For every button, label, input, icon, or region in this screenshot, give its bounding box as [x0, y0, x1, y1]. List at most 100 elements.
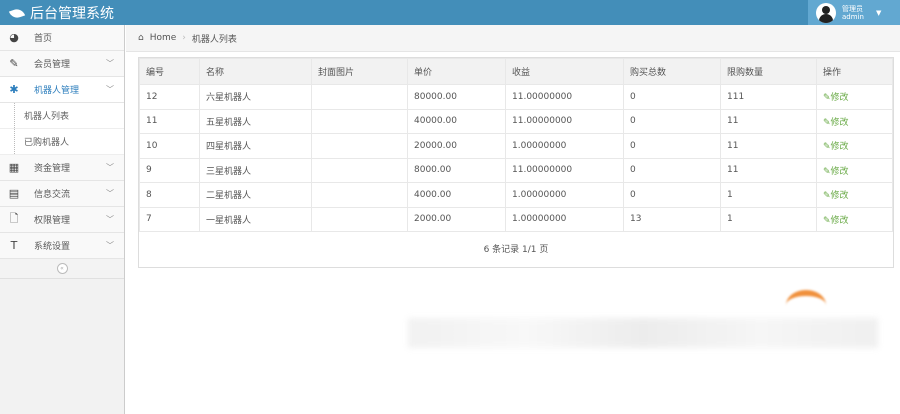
- breadcrumb-home[interactable]: Home: [150, 33, 177, 43]
- table-cell: 8000.00: [407, 157, 506, 183]
- sidebar-item-label: 权限管理: [34, 216, 71, 226]
- table-cell: 1.00000000: [505, 182, 624, 208]
- pagination-info: 6 条记录 1/1 页: [483, 245, 549, 255]
- column-header: 操作: [816, 58, 893, 85]
- sidebar-item-permissions[interactable]: 🗋 权限管理 ﹀: [0, 207, 124, 233]
- table-cell: 13: [623, 206, 721, 232]
- sidebar-item-label: 资金管理: [34, 164, 71, 174]
- table-cell: 8: [139, 182, 200, 208]
- table-cell: [311, 133, 408, 159]
- table-cell: ✎修改: [816, 108, 893, 134]
- edit-link[interactable]: ✎修改: [823, 142, 849, 152]
- pencil-icon: ✎: [823, 142, 831, 153]
- table-cell: 1.00000000: [505, 206, 624, 232]
- edit-label: 修改: [830, 93, 849, 104]
- column-header: 收益: [505, 58, 624, 85]
- table-cell: 11: [720, 133, 817, 159]
- sidebar-subitem-purchased-robots[interactable]: 已购机器人: [0, 129, 124, 155]
- pencil-icon: ✎: [823, 117, 831, 128]
- table-cell: 11.00000000: [505, 157, 624, 183]
- table-cell: 三星机器人: [199, 157, 312, 183]
- table-cell: 4000.00: [407, 182, 506, 208]
- sidebar-collapse-button[interactable]: «: [0, 259, 124, 279]
- table-cell: [311, 84, 408, 110]
- robot-table-panel: 编号 名称 封面图片 单价 收益 购买总数 限购数量 操作 12 六星机器人 80000.00 11…: [138, 57, 894, 268]
- leaf-icon: [8, 6, 26, 20]
- table-cell: 四星机器人: [199, 133, 312, 159]
- table-cell: ✎修改: [816, 206, 893, 232]
- table-cell: 11: [139, 108, 200, 134]
- sidebar-item-funds[interactable]: ▦ 资金管理 ﹀: [0, 155, 124, 181]
- edit-link[interactable]: ✎修改: [823, 216, 849, 226]
- text-icon: T: [10, 239, 18, 252]
- edit-link[interactable]: ✎修改: [823, 167, 849, 177]
- sidebar-item-members[interactable]: ✎ 会员管理 ﹀: [0, 51, 124, 77]
- sidebar-subitem-robot-list[interactable]: 机器人列表: [0, 103, 124, 129]
- table-cell: 0: [623, 84, 721, 110]
- sidebar-item-messages[interactable]: ▤ 信息交流 ﹀: [0, 181, 124, 207]
- sidebar-item-label: 机器人管理: [34, 86, 80, 96]
- brand[interactable]: 后台管理系统: [8, 3, 114, 23]
- table-cell: 0: [623, 157, 721, 183]
- table-cell: 40000.00: [407, 108, 506, 134]
- table-row: 7 一星机器人 2000.00 1.00000000 13 1 ✎修改: [139, 206, 893, 232]
- column-header: 编号: [139, 58, 200, 85]
- user-menu[interactable]: 管理员 admin ▼: [808, 0, 900, 25]
- file-icon: 🗋: [9, 212, 19, 225]
- pencil-icon: ✎: [823, 191, 831, 202]
- sidebar-item-label: 首页: [34, 34, 53, 44]
- edit-label: 修改: [830, 215, 849, 226]
- list-icon: ▤: [8, 187, 20, 200]
- column-header: 名称: [199, 58, 312, 85]
- double-left-icon: «: [56, 263, 68, 274]
- sidebar-item-home[interactable]: ◕ 首页: [0, 25, 124, 51]
- table-cell: 11: [720, 157, 817, 183]
- table-cell: 五星机器人: [199, 108, 312, 134]
- table-cell: [311, 157, 408, 183]
- pencil-icon: ✎: [823, 93, 831, 104]
- sidebar-item-label: 会员管理: [34, 60, 71, 70]
- chevron-down-icon: ﹀: [106, 163, 114, 172]
- table-cell: 12: [139, 84, 200, 110]
- edit-label: 修改: [830, 191, 849, 202]
- app-title: 后台管理系统: [30, 6, 114, 22]
- table-cell: 20000.00: [407, 133, 506, 159]
- edit-link[interactable]: ✎修改: [823, 118, 849, 128]
- edit-label: 修改: [830, 117, 849, 128]
- table-cell: 二星机器人: [199, 182, 312, 208]
- pencil-icon: ✎: [823, 166, 831, 177]
- table-cell: 1: [720, 206, 817, 232]
- asterisk-icon: ✱: [9, 83, 19, 96]
- table-cell: 一星机器人: [199, 206, 312, 232]
- table-cell: 11.00000000: [505, 84, 624, 110]
- table-cell: 0: [623, 133, 721, 159]
- sidebar-item-label: 信息交流: [34, 190, 71, 200]
- table-cell: 2000.00: [407, 206, 506, 232]
- dashboard-icon: ◕: [9, 31, 19, 44]
- blurred-overlay: [408, 318, 878, 348]
- edit-label: 修改: [830, 142, 849, 153]
- table-cell: 11: [720, 108, 817, 134]
- column-header: 封面图片: [311, 58, 408, 85]
- table-cell: ✎修改: [816, 157, 893, 183]
- chevron-down-icon: ﹀: [106, 241, 114, 250]
- robot-table: 编号 名称 封面图片 单价 收益 购买总数 限购数量 操作 12 六星机器人 80000.00 11…: [139, 58, 893, 232]
- breadcrumb: ⌂ Home › 机器人列表: [126, 25, 900, 52]
- edit-link[interactable]: ✎修改: [823, 93, 849, 103]
- table-cell: [311, 182, 408, 208]
- sidebar-item-robots[interactable]: ✱ 机器人管理 ﹀: [0, 77, 124, 103]
- edit-link[interactable]: ✎修改: [823, 191, 849, 201]
- blurred-overlay: [786, 290, 826, 320]
- table-cell: 7: [139, 206, 200, 232]
- table-row: 8 二星机器人 4000.00 1.00000000 0 1 ✎修改: [139, 182, 893, 208]
- table-cell: 六星机器人: [199, 84, 312, 110]
- sidebar-item-settings[interactable]: T 系统设置 ﹀: [0, 233, 124, 259]
- table-row: 12 六星机器人 80000.00 11.00000000 0 111 ✎修改: [139, 84, 893, 110]
- table-cell: 0: [623, 182, 721, 208]
- subitem-label: 已购机器人: [24, 138, 70, 148]
- table-cell: 1.00000000: [505, 133, 624, 159]
- table-cell: 10: [139, 133, 200, 159]
- table-cell: 9: [139, 157, 200, 183]
- table-cell: 80000.00: [407, 84, 506, 110]
- sidebar-item-label: 系统设置: [34, 242, 71, 252]
